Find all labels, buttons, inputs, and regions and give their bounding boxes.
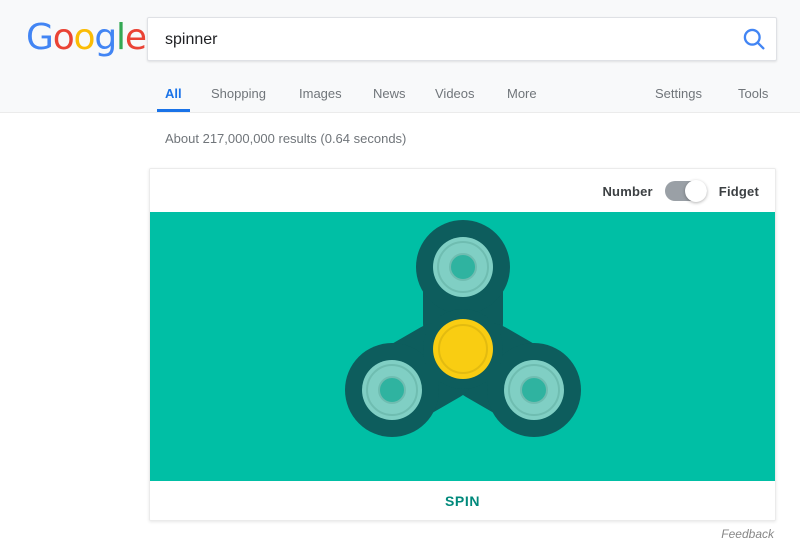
settings-label: Settings xyxy=(655,86,702,101)
tab-news[interactable]: News xyxy=(373,76,406,112)
feedback-link[interactable]: Feedback xyxy=(721,527,774,541)
tab-videos-label: Videos xyxy=(435,86,475,101)
spinner-bearing-bottom-right xyxy=(504,360,564,420)
tools-button[interactable]: Tools xyxy=(738,76,768,112)
tab-all[interactable]: All xyxy=(165,76,182,112)
spinner-stage[interactable] xyxy=(150,212,775,481)
spinner-bearing-bottom-left xyxy=(362,360,422,420)
mode-label-fidget[interactable]: Fidget xyxy=(719,184,759,199)
tab-more[interactable]: More xyxy=(507,76,537,112)
tab-shopping[interactable]: Shopping xyxy=(211,76,266,112)
search-input[interactable] xyxy=(163,18,727,62)
tab-images-label: Images xyxy=(299,86,342,101)
logo-letter-g1: G xyxy=(26,19,53,57)
mode-label-number[interactable]: Number xyxy=(602,184,652,199)
fidget-spinner-card: Number Fidget xyxy=(149,168,776,521)
tab-all-label: All xyxy=(165,86,182,101)
toggle-knob xyxy=(685,180,707,202)
mode-toggle-row: Number Fidget xyxy=(602,180,759,202)
spinner-center-hub xyxy=(433,319,493,379)
google-logo[interactable]: Google xyxy=(26,19,146,57)
search-box[interactable] xyxy=(147,17,777,61)
tools-label: Tools xyxy=(738,86,768,101)
search-tabs: All Shopping Images News Videos More Set… xyxy=(0,76,800,113)
search-icon xyxy=(740,25,768,53)
tab-more-label: More xyxy=(507,86,537,101)
settings-button[interactable]: Settings xyxy=(655,76,702,112)
search-header: Google All Shopping Images News Videos M… xyxy=(0,0,800,113)
search-button[interactable] xyxy=(740,25,768,53)
tab-videos[interactable]: Videos xyxy=(435,76,475,112)
card-header: Number Fidget xyxy=(150,169,775,212)
logo-letter-e: e xyxy=(125,19,146,57)
logo-letter-g2: g xyxy=(94,19,116,57)
logo-letter-o2: o xyxy=(74,19,95,57)
tab-shopping-label: Shopping xyxy=(211,86,266,101)
result-stats: About 217,000,000 results (0.64 seconds) xyxy=(165,131,406,146)
spin-button[interactable]: SPIN xyxy=(437,491,488,511)
spinner-bearing-top xyxy=(433,237,493,297)
tab-news-label: News xyxy=(373,86,406,101)
fidget-spinner-graphic[interactable] xyxy=(313,213,613,481)
mode-toggle-switch[interactable] xyxy=(665,180,707,202)
logo-letter-o1: o xyxy=(53,19,74,57)
card-footer: SPIN xyxy=(150,481,775,521)
logo-letter-l: l xyxy=(116,19,125,57)
tab-images[interactable]: Images xyxy=(299,76,342,112)
